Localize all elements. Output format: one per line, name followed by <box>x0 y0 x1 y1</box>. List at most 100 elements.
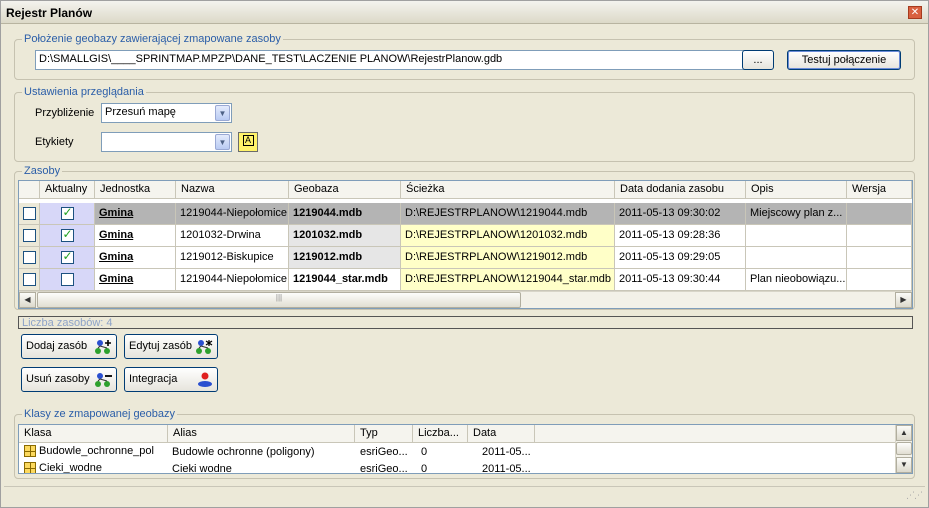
column-header-class[interactable]: Klasa <box>19 425 168 443</box>
classes-list[interactable]: Klasa Alias Typ Liczba... Data Budowle_o… <box>18 424 913 474</box>
column-header-date-added[interactable]: Data dodania zasobu <box>615 181 746 199</box>
path-cell: D:\REJESTRPLANOW\1201032.mdb <box>401 225 615 247</box>
name-cell: 1201032-Drwina <box>176 225 289 247</box>
close-icon[interactable]: ✕ <box>908 6 922 19</box>
path-cell: D:\REJESTRPLANOW\1219044_star.mdb <box>401 269 615 291</box>
table-row[interactable]: Gmina 1219044-Niepołomice 1219044.mdb D:… <box>19 203 912 225</box>
current-cell[interactable] <box>40 247 95 269</box>
alias-cell: Budowle ochronne (poligony) <box>172 446 315 458</box>
row-select-cell[interactable] <box>19 247 40 269</box>
edit-resource-button[interactable]: Edytuj zasób <box>124 334 218 359</box>
label-icon: A <box>242 135 254 146</box>
chevron-down-icon[interactable]: ▼ <box>215 134 230 150</box>
geodatabase-cell: 1201032.mdb <box>289 225 401 247</box>
column-header-unit[interactable]: Jednostka <box>95 181 176 199</box>
unit-link[interactable]: Gmina <box>95 225 176 247</box>
remove-resources-icon <box>95 373 112 387</box>
scroll-down-icon[interactable]: ▼ <box>896 457 912 473</box>
edit-resource-icon <box>196 340 213 354</box>
description-cell: Plan nieobowiązu... <box>746 269 847 291</box>
resource-count-bar: Liczba zasobów: 4 <box>18 316 913 329</box>
column-header-select[interactable] <box>19 181 40 199</box>
view-settings-legend: Ustawienia przeglądania <box>22 86 146 98</box>
version-cell <box>847 225 912 247</box>
row-select-checkbox[interactable] <box>23 273 36 286</box>
unit-link[interactable]: Gmina <box>95 247 176 269</box>
column-header-date[interactable]: Data <box>468 425 535 443</box>
name-cell: 1219044-Niepołomice <box>176 203 289 225</box>
scroll-up-icon[interactable]: ▲ <box>896 425 912 441</box>
date-cell: 2011-05... <box>482 446 531 458</box>
resources-table[interactable]: Aktualny Jednostka Nazwa Geobaza Ścieżka… <box>18 180 913 309</box>
browse-button[interactable]: ... <box>742 50 774 70</box>
scroll-left-icon[interactable]: ◀ <box>19 292 36 308</box>
row-select-checkbox[interactable] <box>23 229 36 242</box>
column-header-current[interactable]: Aktualny <box>40 181 95 199</box>
column-header-alias[interactable]: Alias <box>168 425 355 443</box>
horizontal-scroll-thumb[interactable]: ||| <box>37 292 521 308</box>
column-header-type[interactable]: Typ <box>355 425 413 443</box>
remove-resources-button[interactable]: Usuń zasoby <box>21 367 117 392</box>
classes-legend: Klasy ze zmapowanej geobazy <box>22 408 178 420</box>
count-cell: 0 <box>421 463 428 474</box>
geodatabase-cell: 1219044_star.mdb <box>289 269 401 291</box>
chevron-down-icon[interactable]: ▼ <box>215 105 230 121</box>
labels-label: Etykiety <box>35 136 74 148</box>
row-select-checkbox[interactable] <box>23 207 36 220</box>
label-settings-button[interactable]: A <box>238 132 258 152</box>
geodatabase-cell: 1219012.mdb <box>289 247 401 269</box>
labels-select[interactable]: ▼ <box>101 132 232 152</box>
list-item[interactable]: Cieki_wodne Cieki wodne esriGeo... 0 201… <box>19 461 895 474</box>
unit-link[interactable]: Gmina <box>95 203 176 225</box>
row-select-cell[interactable] <box>19 225 40 247</box>
count-cell: 0 <box>421 446 428 458</box>
current-cell[interactable] <box>40 269 95 291</box>
current-checkbox[interactable] <box>60 205 74 220</box>
alias-cell: Cieki wodne <box>172 463 232 474</box>
list-item[interactable]: Budowle_ochronne_pol Budowle ochronne (p… <box>19 444 895 460</box>
zoom-select[interactable]: Przesuń mapę ▼ <box>101 103 232 123</box>
geodatabase-path-input[interactable]: D:\SMALLGIS\____SPRINTMAP.MPZP\DANE_TEST… <box>35 50 749 70</box>
feature-class-icon <box>24 462 36 473</box>
class-name: Cieki_wodne <box>39 462 102 474</box>
column-header-description[interactable]: Opis <box>746 181 847 199</box>
vertical-scroll-thumb[interactable] <box>896 442 912 455</box>
unit-link[interactable]: Gmina <box>95 269 176 291</box>
class-cell: Cieki_wodne <box>24 462 102 474</box>
resources-legend: Zasoby <box>22 165 63 177</box>
geodatabase-cell: 1219044.mdb <box>289 203 401 225</box>
column-header-count[interactable]: Liczba... <box>413 425 468 443</box>
row-select-cell[interactable] <box>19 203 40 225</box>
current-cell[interactable] <box>40 225 95 247</box>
add-resource-button[interactable]: Dodaj zasób <box>21 334 117 359</box>
column-header-version[interactable]: Wersja <box>847 181 912 199</box>
current-checkbox[interactable] <box>60 273 74 286</box>
integration-button[interactable]: Integracja <box>124 367 218 392</box>
resources-horizontal-scrollbar[interactable]: ◀ ||| ▶ <box>19 291 912 308</box>
row-select-checkbox[interactable] <box>23 251 36 264</box>
resources-table-header: Aktualny Jednostka Nazwa Geobaza Ścieżka… <box>19 181 912 199</box>
current-checkbox[interactable] <box>60 249 74 264</box>
scroll-right-icon[interactable]: ▶ <box>895 292 912 308</box>
column-header-geodatabase[interactable]: Geobaza <box>289 181 401 199</box>
current-checkbox[interactable] <box>60 227 74 242</box>
column-header-name[interactable]: Nazwa <box>176 181 289 199</box>
row-select-cell[interactable] <box>19 269 40 291</box>
table-row[interactable]: Gmina 1201032-Drwina 1201032.mdb D:\REJE… <box>19 225 912 247</box>
current-cell[interactable] <box>40 203 95 225</box>
description-cell <box>746 225 847 247</box>
date-cell: 2011-05-13 09:30:02 <box>615 203 746 225</box>
zoom-label: Przybliżenie <box>35 107 95 119</box>
table-row[interactable]: Gmina 1219012-Biskupice 1219012.mdb D:\R… <box>19 247 912 269</box>
add-resource-icon <box>95 340 111 354</box>
name-cell: 1219044-Niepołomice <box>176 269 289 291</box>
column-header-path[interactable]: Ścieżka <box>401 181 615 199</box>
type-cell: esriGeo... <box>360 463 408 474</box>
table-row[interactable]: Gmina 1219044-Niepołomice 1219044_star.m… <box>19 269 912 291</box>
classes-vertical-scrollbar[interactable]: ▲ ▼ <box>895 425 912 473</box>
resource-count-text: Liczba zasobów: 4 <box>22 317 113 329</box>
test-connection-button[interactable]: Testuj połączenie <box>787 50 901 70</box>
resize-grip-icon[interactable]: ⋰⋰ <box>906 490 923 501</box>
date-cell: 2011-05-13 09:30:44 <box>615 269 746 291</box>
integration-label: Integracja <box>129 373 178 385</box>
